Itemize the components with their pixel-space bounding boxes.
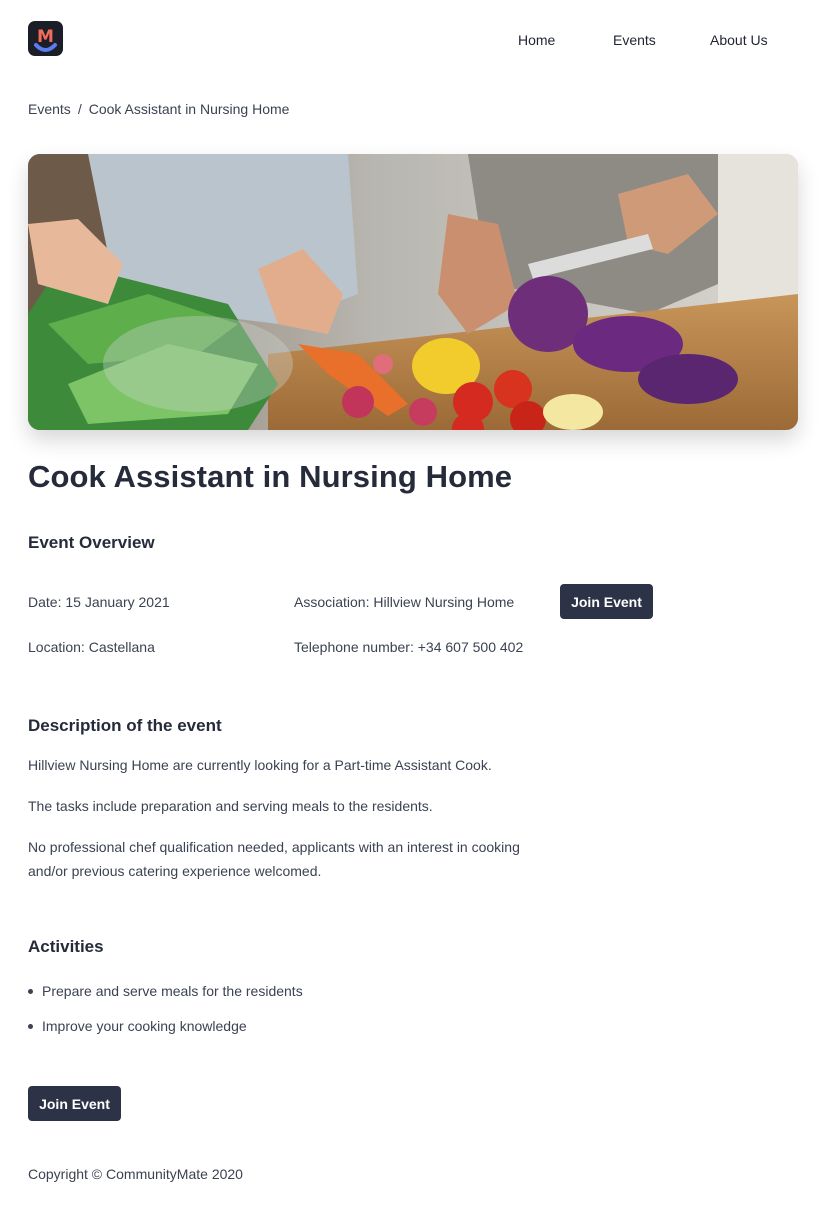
activity-item-label: Improve your cooking knowledge (42, 1018, 247, 1034)
join-event-button-top[interactable]: Join Event (560, 584, 653, 619)
event-overview-heading: Event Overview (28, 533, 155, 552)
nav-about-link[interactable]: About Us (710, 32, 768, 50)
event-location: Location: Castellana (28, 639, 155, 655)
activities-heading: Activities (28, 937, 104, 956)
breadcrumb: Events / Cook Assistant in Nursing Home (28, 101, 289, 117)
svg-text:M: M (37, 27, 54, 47)
activity-item: Improve your cooking knowledge (28, 1014, 303, 1049)
breadcrumb-separator: / (77, 101, 82, 117)
activity-item-label: Prepare and serve meals for the resident… (42, 983, 303, 999)
description-paragraph-2: The tasks include preparation and servin… (28, 798, 433, 814)
activities-list: Prepare and serve meals for the resident… (28, 979, 303, 1049)
nav-home-link[interactable]: Home (518, 32, 555, 50)
event-title: Cook Assistant in Nursing Home (28, 459, 513, 494)
app-logo[interactable]: M (28, 21, 63, 56)
description-heading: Description of the event (28, 716, 222, 735)
event-hero-image (28, 154, 798, 430)
bullet-icon (28, 1024, 33, 1029)
description-paragraph-1: Hillview Nursing Home are currently look… (28, 757, 492, 773)
description-paragraph-3: No professional chef qualification neede… (28, 839, 520, 879)
nav-events-link[interactable]: Events (613, 32, 656, 50)
join-event-button-bottom[interactable]: Join Event (28, 1086, 121, 1121)
event-telephone: Telephone number: +34 607 500 402 (294, 639, 524, 655)
footer-copyright: Copyright © CommunityMate 2020 (28, 1166, 243, 1182)
breadcrumb-events-link[interactable]: Events (28, 101, 71, 117)
bullet-icon (28, 989, 33, 994)
event-date: Date: 15 January 2021 (28, 594, 170, 610)
activity-item: Prepare and serve meals for the resident… (28, 979, 303, 1014)
breadcrumb-current: Cook Assistant in Nursing Home (88, 101, 290, 117)
event-association: Association: Hillview Nursing Home (294, 594, 515, 610)
